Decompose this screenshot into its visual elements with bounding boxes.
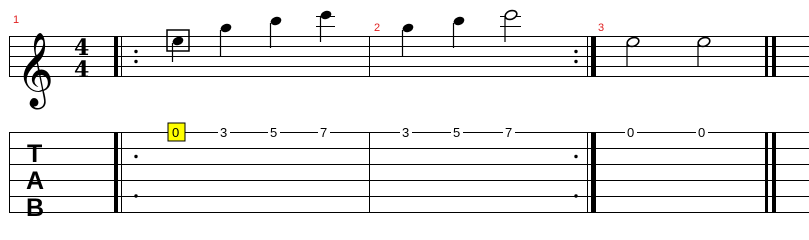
notehead (504, 9, 518, 21)
fret-number: 5 (270, 125, 277, 140)
fret-number: 7 (505, 125, 512, 140)
fret-number: 5 (453, 125, 460, 140)
treble-clef-icon: 𝄞 (16, 33, 54, 110)
tab-clef-b: B (26, 194, 44, 222)
measure-number: 2 (374, 22, 380, 34)
tab-fret-measure-2-beat-2[interactable]: 5 (451, 125, 463, 140)
fret-number: 3 (220, 125, 227, 140)
standard-staff (9, 36, 809, 77)
tab-fret-measure-1-beat-2[interactable]: 3 (218, 125, 230, 140)
tab-fret-measure-1-beat-3[interactable]: 5 (268, 125, 280, 140)
note-measure-1-beat-2[interactable] (219, 22, 232, 56)
tab-fret-measure-3-beat-2[interactable]: 0 (696, 125, 708, 140)
time-signature-denominator: 4 (74, 57, 89, 83)
fret-number: 3 (402, 125, 409, 140)
note-measure-1-beat-3[interactable] (269, 15, 282, 48)
final-barline (765, 36, 776, 213)
note-measure-3-half-1[interactable] (626, 36, 640, 67)
fret-number: 7 (320, 125, 327, 140)
score-canvas: 𝄞 4 4 T A B 1 2 3 0 3 5 7 3 5 7 0 0 (9, 9, 809, 222)
tab-clef-t: T (27, 140, 42, 168)
notehead (320, 10, 332, 20)
tab-staff (9, 132, 809, 213)
tab-fret-measure-1-beat-4[interactable]: 7 (318, 125, 330, 140)
notehead (220, 23, 232, 33)
tab-fret-measure-1-beat-1[interactable]: 0 (167, 122, 186, 142)
note-measure-2-beat-2[interactable] (452, 15, 465, 48)
repeat-start-barline (114, 36, 138, 213)
fret-number: 0 (172, 125, 179, 140)
measure-number: 1 (13, 14, 19, 26)
note-measure-2-half[interactable] (500, 9, 521, 42)
tab-fret-measure-3-beat-1[interactable]: 0 (625, 125, 637, 140)
tab-clef-a: A (26, 167, 44, 195)
note-measure-3-half-2[interactable] (697, 36, 711, 67)
repeat-end-barline (574, 36, 596, 213)
tab-fret-measure-2-beat-1[interactable]: 3 (400, 125, 412, 140)
notehead (453, 16, 465, 26)
fret-number: 0 (627, 125, 634, 140)
measure-number: 3 (598, 22, 604, 34)
tab-fret-measure-2-beat-3[interactable]: 7 (503, 125, 515, 140)
notehead (270, 16, 282, 26)
notehead (172, 36, 184, 46)
note-measure-1-beat-4[interactable] (316, 9, 335, 42)
fret-number: 0 (698, 125, 705, 140)
note-measure-2-beat-1[interactable] (401, 22, 414, 56)
notehead (402, 23, 414, 33)
